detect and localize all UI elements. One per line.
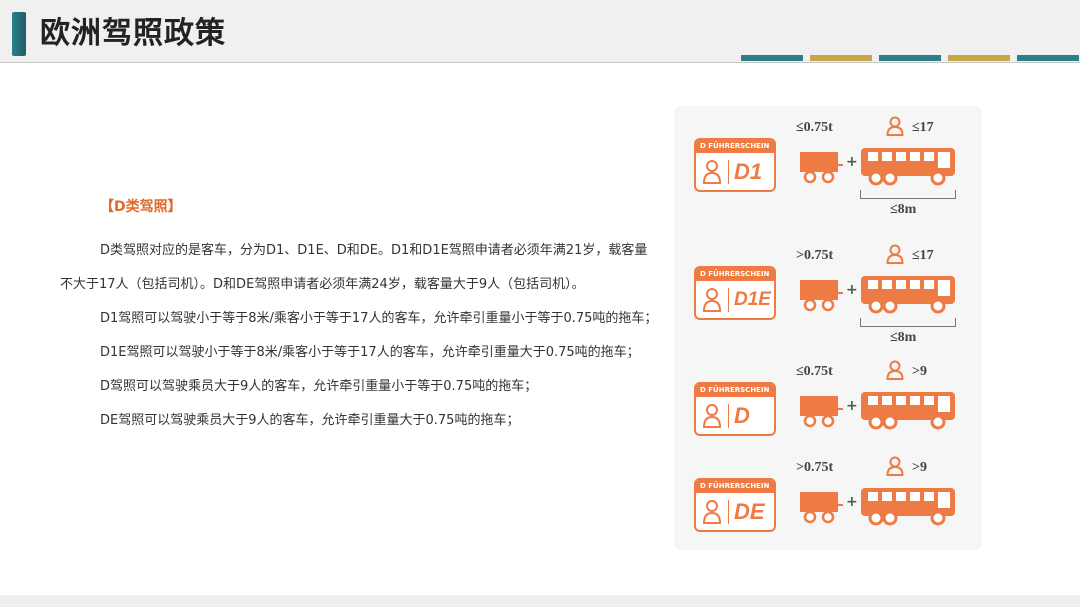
person-icon: [702, 288, 722, 312]
license-card-header: D FÜHRERSCHEIN: [696, 268, 774, 281]
trailer-weight-label: >0.75t: [796, 460, 834, 475]
trailer-icon: [800, 492, 843, 524]
paragraph: D驾照可以驾驶乘员大于9人的客车，允许牵引重量小于等于0.75吨的拖车；: [100, 379, 538, 394]
header-accent-bar: [12, 12, 26, 56]
paragraph: D1E驾照可以驾驶小于等于8米/乘客小于等于17人的客车，允许牵引重量大于0.7…: [100, 345, 640, 360]
length-limit-label: ≤8m: [890, 202, 917, 217]
license-code: D1E: [734, 289, 771, 310]
license-infographic: D FÜHRERSCHEIN D1 ≤0.75t ≤17 + ≤8m D FÜH…: [674, 106, 982, 550]
passenger-icon: [886, 116, 904, 136]
passenger-limit-label: ≤17: [912, 248, 934, 263]
length-bracket: [860, 318, 956, 327]
passenger-icon: [886, 360, 904, 380]
person-icon: [702, 500, 722, 524]
paragraph: DE驾照可以驾驶乘员大于9人的客车，允许牵引重量大于0.75吨的拖车；: [100, 413, 520, 428]
plus-sign: +: [846, 398, 858, 414]
section-title: 【D类驾照】: [100, 199, 182, 215]
trailer-weight-label: ≤0.75t: [796, 364, 833, 379]
license-row-de: D FÜHRERSCHEIN DE >0.75t >9 +: [674, 446, 982, 546]
passenger-icon: [886, 244, 904, 264]
header-stripe: [879, 55, 941, 61]
bus-icon: [861, 148, 955, 186]
passenger-limit-label: >9: [912, 364, 927, 379]
license-row-d1e: D FÜHRERSCHEIN D1E >0.75t ≤17 + ≤8m: [674, 234, 982, 345]
bus-icon: [861, 276, 955, 314]
license-card: D FÜHRERSCHEIN D: [694, 382, 776, 436]
plus-sign: +: [846, 154, 858, 170]
passenger-limit-label: ≤17: [912, 120, 934, 135]
paragraph: D类驾照对应的是客车，分为D1、D1E、D和DE。D1和D1E驾照申请者必须年满…: [60, 243, 648, 292]
header-stripe: [948, 55, 1010, 61]
header-stripe: [1017, 55, 1079, 61]
bus-icon: [861, 392, 955, 430]
passenger-limit-label: >9: [912, 460, 927, 475]
license-code: D1: [734, 159, 763, 184]
content-text: 【D类驾照】 D类驾照对应的是客车，分为D1、D1E、D和DE。D1和D1E驾照…: [60, 196, 660, 438]
header: 欧洲驾照政策: [0, 0, 1080, 63]
plus-sign: +: [846, 494, 858, 510]
trailer-weight-label: ≤0.75t: [796, 120, 833, 135]
license-code: D: [734, 403, 750, 428]
page-title: 欧洲驾照政策: [40, 16, 226, 51]
paragraph: D1驾照可以驾驶小于等于8米/乘客小于等于17人的客车，允许牵引重量小于等于0.…: [100, 311, 658, 326]
header-stripe: [741, 55, 803, 61]
trailer-icon: [800, 152, 843, 184]
license-card-header: D FÜHRERSCHEIN: [696, 384, 774, 397]
person-icon: [702, 160, 722, 184]
license-card-header: D FÜHRERSCHEIN: [696, 140, 774, 153]
license-code: DE: [734, 499, 765, 524]
license-card: D FÜHRERSCHEIN D1: [694, 138, 776, 192]
length-limit-label: ≤8m: [890, 330, 917, 345]
license-card-header: D FÜHRERSCHEIN: [696, 480, 774, 493]
license-row-d: D FÜHRERSCHEIN D ≤0.75t >9 +: [674, 350, 982, 450]
footer-bar: [0, 595, 1080, 607]
bus-icon: [861, 488, 955, 526]
length-bracket: [860, 190, 956, 199]
trailer-icon: [800, 280, 843, 312]
header-stripe: [810, 55, 872, 61]
trailer-weight-label: >0.75t: [796, 248, 834, 263]
plus-sign: +: [846, 282, 858, 298]
trailer-icon: [800, 396, 843, 428]
license-card: D FÜHRERSCHEIN D1E: [694, 266, 776, 320]
passenger-icon: [886, 456, 904, 476]
person-icon: [702, 404, 722, 428]
license-row-d1: D FÜHRERSCHEIN D1 ≤0.75t ≤17 + ≤8m: [674, 106, 982, 217]
license-card: D FÜHRERSCHEIN DE: [694, 478, 776, 532]
